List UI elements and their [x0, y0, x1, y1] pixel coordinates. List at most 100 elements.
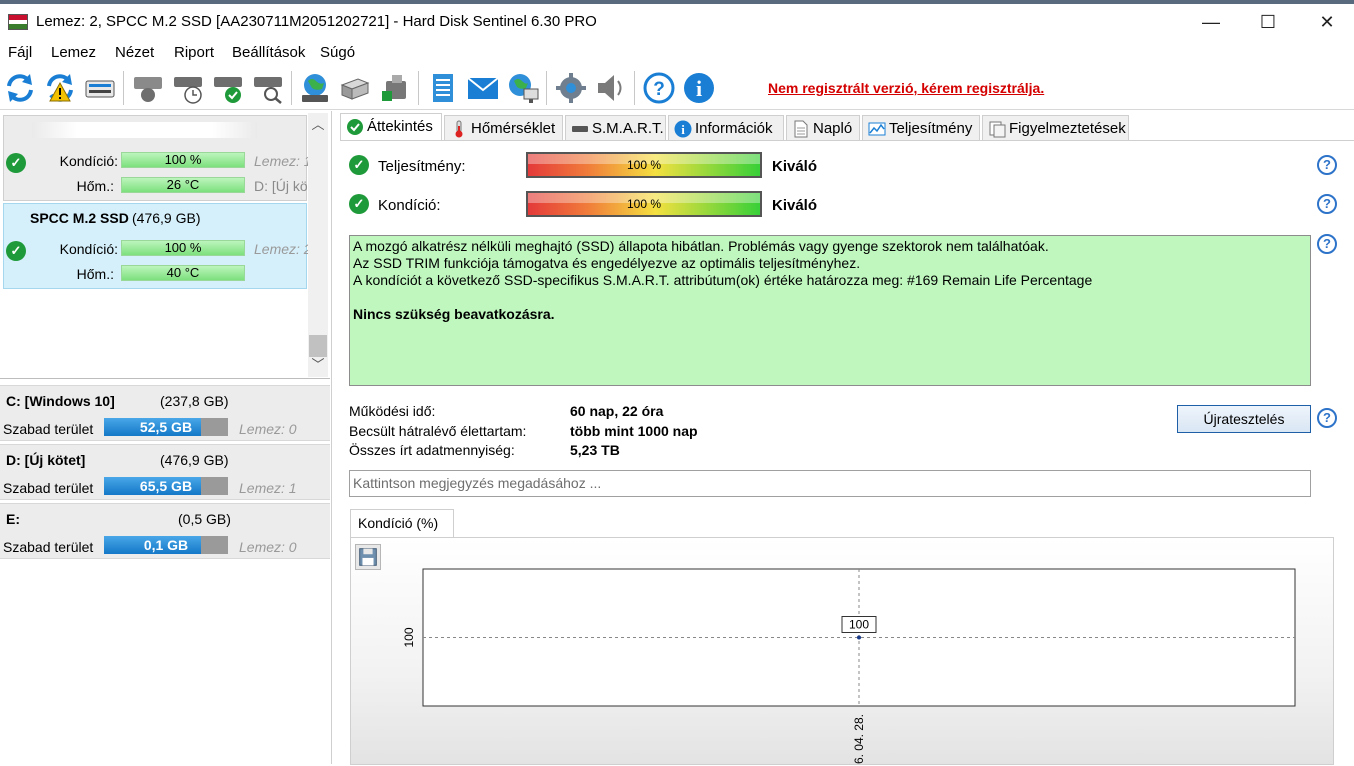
lifetime-label: Becsült hátralévő élettartam:	[349, 423, 527, 439]
volume-size: (0,5 GB)	[178, 511, 231, 527]
free-space-label: Szabad terület	[3, 480, 94, 496]
disk-size: (476,9 GB)	[132, 210, 201, 226]
menu-bar: Fájl Lemez Nézet Riport Beállítások Súgó	[0, 40, 1354, 66]
note-input[interactable]: Kattintson megjegyzés megadásához ...	[349, 470, 1311, 497]
disk-icon[interactable]	[83, 71, 117, 105]
menu-nezet[interactable]: Nézet	[115, 44, 154, 61]
scroll-up-icon[interactable]: ︿	[308, 115, 328, 135]
volume-card-c[interactable]: C: [Windows 10] (237,8 GB) Szabad terüle…	[0, 385, 330, 441]
title-bar: Lemez: 2, SPCC M.2 SSD [AA230711M2051202…	[0, 4, 1354, 40]
volume-name: C: [Windows 10]	[6, 393, 115, 409]
menu-lemez[interactable]: Lemez	[51, 44, 96, 61]
chart-tab-kondicio[interactable]: Kondíció (%)	[350, 509, 454, 537]
x-tick-label: 6. 04. 28.	[852, 714, 866, 764]
volume-name: D: [Új kötet]	[6, 452, 86, 468]
disk-icon	[572, 126, 588, 132]
tab-naplo[interactable]: Napló	[786, 115, 860, 141]
help-icon[interactable]: ?	[1317, 194, 1337, 214]
menu-fajl[interactable]: Fájl	[8, 44, 32, 61]
disk-card-2[interactable]: SPCC M.2 SSD (476,9 GB) ✓ Kondíció: 100 …	[3, 203, 308, 289]
free-space-bar: 52,5 GB	[104, 418, 228, 436]
globe-disk-icon[interactable]	[298, 71, 332, 105]
volume-disk: Lemez: 1	[239, 480, 297, 496]
check-circle-icon	[347, 119, 363, 135]
condition-label: Kondíció:	[378, 197, 441, 214]
chart-plot: 100 100 6. 04. 28.	[402, 568, 1296, 764]
volume-card-e[interactable]: E: (0,5 GB) Szabad terület 0,1 GB Lemez:…	[0, 503, 330, 559]
condition-gauge: 100 %	[526, 191, 762, 217]
scroll-thumb[interactable]	[309, 335, 327, 357]
free-space-label: Szabad terület	[3, 421, 94, 437]
info-icon[interactable]: i	[682, 71, 716, 105]
tab-figyelmeztetesek[interactable]: Figyelmeztetések	[982, 115, 1129, 141]
svg-text:i: i	[696, 76, 702, 101]
menu-riport[interactable]: Riport	[174, 44, 214, 61]
help-icon[interactable]: ?	[1317, 408, 1337, 428]
alerts-icon	[989, 121, 1006, 138]
scroll-down-icon[interactable]: ﹀	[308, 355, 328, 375]
report-icon[interactable]	[426, 71, 460, 105]
info-icon: i	[674, 120, 692, 138]
maximize-button[interactable]: ☐	[1245, 6, 1291, 38]
disk-info-icon[interactable]	[131, 71, 165, 105]
disk-check-icon[interactable]	[211, 71, 245, 105]
menu-sugo[interactable]: Súgó	[320, 44, 355, 61]
minimize-button[interactable]: —	[1188, 6, 1234, 38]
disk-list-scrollbar[interactable]: ︿ ﹀	[308, 113, 328, 377]
register-link[interactable]: Nem regisztrált verzió, kérem regisztrál…	[768, 80, 1044, 96]
free-space-bar: 0,1 GB	[104, 536, 228, 554]
hdd-stack-icon[interactable]	[338, 71, 372, 105]
document-icon	[794, 120, 808, 138]
performance-verdict: Kiváló	[772, 158, 818, 175]
toolbar-separator	[418, 71, 419, 105]
volume-size: (476,9 GB)	[160, 452, 229, 468]
written-label: Összes írt adatmennyiség:	[349, 442, 515, 458]
window-title: Lemez: 2, SPCC M.2 SSD [AA230711M2051202…	[36, 13, 597, 30]
disk-search-icon[interactable]	[251, 71, 285, 105]
uptime-label: Működési idő:	[349, 403, 436, 419]
status-description: A mozgó alkatrész nélküli meghajtó (SSD)…	[349, 235, 1311, 386]
refresh-icon[interactable]	[3, 71, 37, 105]
settings-icon[interactable]	[554, 71, 588, 105]
thermometer-icon	[455, 120, 463, 138]
condition-chart: 100 100 6. 04. 28.	[350, 537, 1334, 765]
lifetime-value: több mint 1000 nap	[570, 423, 698, 439]
condition-bar: 100 %	[121, 240, 245, 256]
redacted-disk-name	[32, 122, 257, 138]
free-space-bar: 65,5 GB	[104, 477, 228, 495]
svg-text:?: ?	[653, 79, 665, 100]
sound-icon[interactable]	[594, 71, 628, 105]
disk-volume: D: [Új kö	[254, 178, 308, 194]
disk-card-1[interactable]: ✓ Kondíció: 100 % Lemez: 1 Hőm.: 26 °C D…	[3, 115, 308, 201]
disk-schedule-icon[interactable]	[171, 71, 205, 105]
tab-smart[interactable]: S.M.A.R.T.	[565, 115, 666, 141]
help-icon[interactable]: ?	[642, 71, 676, 105]
volume-disk: Lemez: 0	[239, 421, 297, 437]
network-icon[interactable]	[506, 71, 540, 105]
temp-bar: 40 °C	[121, 265, 245, 281]
condition-bar: 100 %	[121, 152, 245, 168]
left-panel: ✓ Kondíció: 100 % Lemez: 1 Hőm.: 26 °C D…	[0, 111, 332, 764]
temp-label: Hőm.:	[76, 266, 114, 282]
y-tick-label: 100	[402, 627, 416, 647]
toolbar-separator	[546, 71, 547, 105]
volume-card-d[interactable]: D: [Új kötet] (476,9 GB) Szabad terület …	[0, 444, 330, 500]
uptime-value: 60 nap, 22 óra	[570, 403, 664, 419]
refresh-warning-icon[interactable]	[43, 71, 77, 105]
disk-list: ✓ Kondíció: 100 % Lemez: 1 Hőm.: 26 °C D…	[0, 111, 330, 379]
tab-attekintes[interactable]: Áttekintés	[340, 113, 442, 141]
tab-informaciok[interactable]: i Információk	[668, 115, 784, 141]
usb-drive-icon[interactable]	[378, 71, 412, 105]
retest-button[interactable]: Újratesztelés	[1177, 405, 1311, 433]
tab-teljesitmeny[interactable]: Teljesítmény	[862, 115, 980, 141]
menu-beallitasok[interactable]: Beállítások	[232, 44, 305, 61]
email-icon[interactable]	[466, 71, 500, 105]
info-line: A kondíciót a következő SSD-specifikus S…	[353, 272, 1093, 288]
toolbar-separator	[123, 71, 124, 105]
toolbar-separator	[291, 71, 292, 105]
help-icon[interactable]: ?	[1317, 155, 1337, 175]
tab-bar: Áttekintés Hőmérséklet S.M.A.R.T. i Info…	[340, 113, 1340, 141]
help-icon[interactable]: ?	[1317, 234, 1337, 254]
close-button[interactable]: ✕	[1304, 6, 1350, 38]
tab-homerseklet[interactable]: Hőmérséklet	[444, 115, 563, 141]
